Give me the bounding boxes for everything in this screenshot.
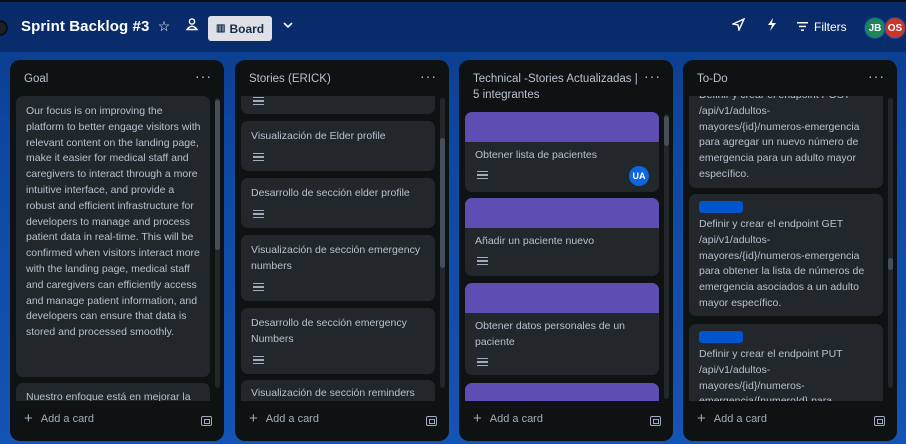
template-icon[interactable] bbox=[426, 416, 437, 426]
scrollbar-thumb[interactable] bbox=[215, 100, 220, 250]
description-icon bbox=[253, 97, 264, 105]
list-todo: To-Do ··· Definir y crear el endpoint PO… bbox=[683, 60, 897, 441]
add-card-label: Add a card bbox=[40, 413, 94, 425]
board-header: Sprint Backlog #3 ☆ ▥ Board Filters JB O… bbox=[0, 0, 906, 52]
card-title: Our focus is on improving the platform t… bbox=[26, 105, 201, 339]
card-title: Definir y crear el endpoint PUT /api/v1/… bbox=[699, 348, 843, 401]
card-title: Desarrollo de sección elder profile bbox=[251, 187, 410, 199]
card-title: Visualización de sección emergency numbe… bbox=[251, 244, 421, 272]
filters-button[interactable]: Filters bbox=[797, 20, 847, 34]
list-item[interactable]: Visualización de Elder profile bbox=[241, 121, 435, 171]
list-technical-stories: Technical -Stories Actualizadas | 5 inte… bbox=[459, 60, 673, 441]
add-card-label: Add a card bbox=[489, 413, 543, 425]
template-icon[interactable] bbox=[201, 416, 212, 426]
scrollbar-thumb[interactable] bbox=[888, 258, 893, 270]
list-item[interactable]: Our focus is on improving the platform t… bbox=[16, 96, 210, 377]
list-item[interactable]: Definir y crear el endpoint POST /api/v1… bbox=[689, 96, 883, 188]
list-item[interactable]: Nuestro enfoque está en mejorar la bbox=[16, 383, 210, 401]
list-title[interactable]: Stories (ERICK) bbox=[249, 71, 419, 87]
scrollbar[interactable] bbox=[664, 114, 669, 399]
list-menu-button[interactable]: ··· bbox=[868, 68, 885, 84]
list-stories-erick: Stories (ERICK) ··· Visualización de Eld… bbox=[235, 60, 449, 441]
card-cover bbox=[465, 198, 659, 228]
list-item[interactable]: Obtener lista de pacientes UA bbox=[465, 112, 659, 192]
template-icon[interactable] bbox=[650, 416, 661, 426]
plus-icon: + bbox=[24, 410, 33, 427]
list-menu-button[interactable]: ··· bbox=[644, 68, 661, 84]
card-cover bbox=[465, 112, 659, 142]
filters-label: Filters bbox=[814, 20, 847, 34]
list-item[interactable] bbox=[241, 96, 435, 114]
scrollbar[interactable] bbox=[888, 98, 893, 388]
avatar[interactable]: OS bbox=[884, 17, 906, 39]
list-item[interactable]: Desarrollo de sección emergency Numbers bbox=[241, 308, 435, 374]
star-icon[interactable]: ☆ bbox=[155, 17, 173, 35]
scrollbar-thumb[interactable] bbox=[440, 138, 445, 268]
add-card-button[interactable]: + Add a card bbox=[249, 410, 319, 427]
avatar[interactable]: UA bbox=[629, 166, 649, 186]
card-title: Visualización de sección reminders bbox=[251, 387, 415, 399]
board-title[interactable]: Sprint Backlog #3 bbox=[21, 18, 149, 35]
list-menu-button[interactable]: ··· bbox=[195, 68, 212, 84]
card-cover bbox=[465, 383, 659, 401]
list-item[interactable]: Obtener datos personales de un paciente bbox=[465, 283, 659, 375]
description-icon bbox=[477, 171, 488, 179]
add-card-button[interactable]: + Add a card bbox=[24, 410, 94, 427]
list-item[interactable]: Añadir un paciente nuevo bbox=[465, 198, 659, 276]
card-label[interactable] bbox=[699, 331, 743, 343]
description-icon bbox=[477, 358, 488, 366]
card-list: Definir y crear el endpoint POST /api/v1… bbox=[689, 96, 891, 401]
card-title: Añadir un paciente nuevo bbox=[475, 235, 595, 247]
plus-icon: + bbox=[249, 410, 258, 427]
description-icon bbox=[253, 356, 264, 364]
card-list: Our focus is on improving the platform t… bbox=[16, 96, 218, 401]
add-card-label: Add a card bbox=[713, 413, 767, 425]
description-icon bbox=[477, 257, 488, 265]
list-goal: Goal ··· Our focus is on improving the p… bbox=[10, 60, 224, 441]
sidebar-toggle-button[interactable] bbox=[0, 20, 8, 36]
card-title: Desarrollo de sección emergency Numbers bbox=[251, 317, 407, 345]
list-title[interactable]: To-Do bbox=[697, 71, 867, 87]
card-list: Visualización de Elder profile Desarroll… bbox=[241, 96, 443, 401]
description-icon bbox=[253, 153, 264, 161]
scrollbar-thumb[interactable] bbox=[664, 116, 669, 146]
chevron-down-icon[interactable] bbox=[279, 17, 297, 35]
add-card-button[interactable]: + Add a card bbox=[697, 410, 767, 427]
list-item[interactable]: Definir y crear el endpoint GET /api/v1/… bbox=[689, 194, 883, 316]
plus-icon: + bbox=[473, 410, 482, 427]
list-item[interactable]: Visualización de sección emergency numbe… bbox=[241, 235, 435, 301]
card-title: Nuestro enfoque está en mejorar la bbox=[26, 391, 191, 401]
list-title[interactable]: Goal bbox=[24, 71, 194, 87]
card-label[interactable] bbox=[699, 201, 743, 213]
avatar[interactable]: JB bbox=[864, 17, 886, 39]
card-title: Obtener lista de pacientes bbox=[475, 149, 597, 161]
add-card-label: Add a card bbox=[265, 413, 319, 425]
card-title: Obtener datos personales de un paciente bbox=[475, 320, 626, 348]
card-title: Definir y crear el endpoint GET /api/v1/… bbox=[699, 218, 865, 309]
list-item[interactable]: Desarrollo de sección elder profile bbox=[241, 178, 435, 228]
card-title: Visualización de Elder profile bbox=[251, 130, 386, 142]
description-icon bbox=[253, 210, 264, 218]
card-list: Obtener lista de pacientes UA Añadir un … bbox=[465, 112, 667, 401]
filter-icon bbox=[797, 20, 808, 34]
template-icon[interactable] bbox=[874, 416, 885, 426]
list-item[interactable]: Visualización de sección reminders bbox=[241, 380, 435, 401]
list-menu-button[interactable]: ··· bbox=[420, 68, 437, 84]
list-item[interactable] bbox=[465, 383, 659, 401]
card-cover bbox=[465, 283, 659, 313]
plus-icon: + bbox=[697, 410, 706, 427]
lightning-icon[interactable] bbox=[763, 17, 781, 35]
scrollbar[interactable] bbox=[215, 98, 220, 388]
add-card-button[interactable]: + Add a card bbox=[473, 410, 543, 427]
scrollbar[interactable] bbox=[440, 98, 445, 388]
list-title[interactable]: Technical -Stories Actualizadas | 5 inte… bbox=[473, 71, 643, 103]
send-icon[interactable] bbox=[729, 17, 747, 35]
board-icon: ▥ bbox=[216, 23, 226, 34]
description-icon bbox=[253, 283, 264, 291]
list-item[interactable]: Definir y crear el endpoint PUT /api/v1/… bbox=[689, 324, 883, 401]
people-icon[interactable] bbox=[183, 17, 201, 35]
card-title: Definir y crear el endpoint POST /api/v1… bbox=[699, 96, 860, 180]
board-view-button[interactable]: ▥ Board bbox=[208, 16, 272, 41]
board-view-label: Board bbox=[229, 21, 265, 36]
